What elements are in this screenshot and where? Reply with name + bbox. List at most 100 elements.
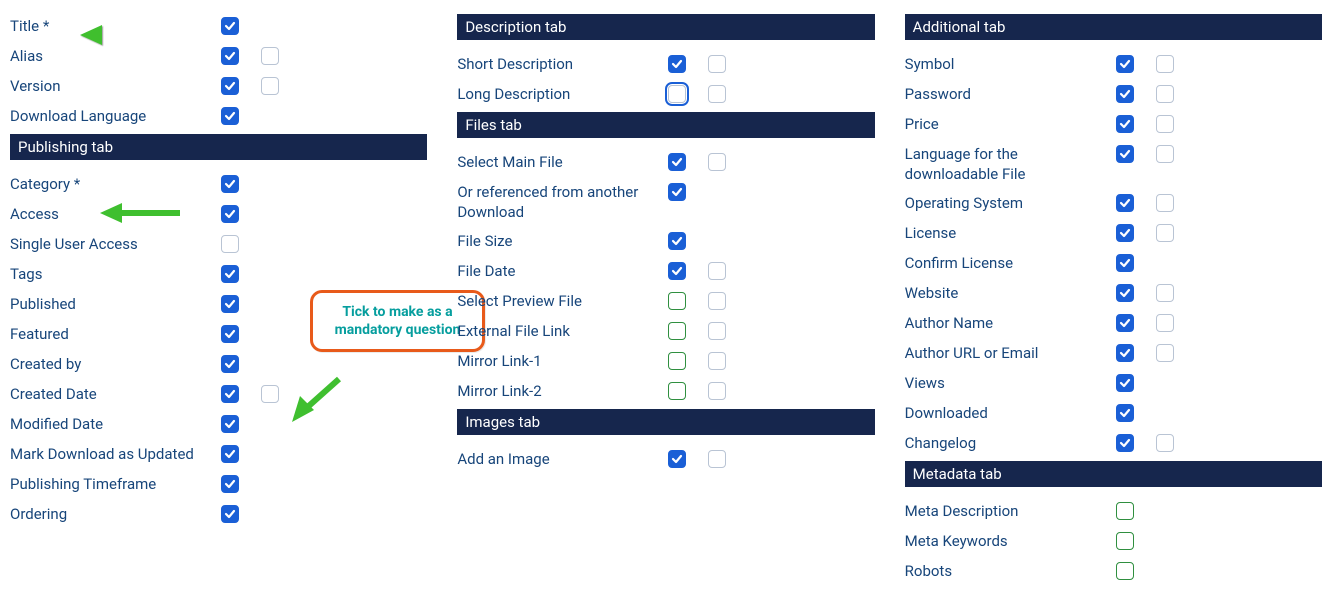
checkbox[interactable] <box>708 55 726 73</box>
checkbox[interactable] <box>221 415 239 433</box>
checkbox[interactable] <box>1156 314 1174 332</box>
field-row: Mirror Link-2 <box>457 377 874 407</box>
field-label: Version <box>10 77 210 97</box>
checkbox[interactable] <box>668 382 686 400</box>
checkbox[interactable] <box>1116 55 1134 73</box>
checkbox[interactable] <box>668 262 686 280</box>
checkbox[interactable] <box>668 352 686 370</box>
checkbox[interactable] <box>1116 224 1134 242</box>
field-label: Access <box>10 205 210 225</box>
checkbox[interactable] <box>221 47 239 65</box>
checkbox[interactable] <box>708 450 726 468</box>
checkbox[interactable] <box>261 385 279 403</box>
checkbox[interactable] <box>1156 284 1174 302</box>
checkbox[interactable] <box>1116 115 1134 133</box>
checkbox[interactable] <box>708 292 726 310</box>
checkbox[interactable] <box>221 325 239 343</box>
checkbox[interactable] <box>1156 194 1174 212</box>
checkbox[interactable] <box>1116 145 1134 163</box>
checkbox[interactable] <box>1116 284 1134 302</box>
checkbox[interactable] <box>221 355 239 373</box>
checkbox[interactable] <box>708 352 726 370</box>
field-label: Select Main File <box>457 153 657 173</box>
field-label: Long Description <box>457 85 657 105</box>
checkbox[interactable] <box>668 232 686 250</box>
checkbox[interactable] <box>1116 85 1134 103</box>
checkbox[interactable] <box>221 445 239 463</box>
checkbox[interactable] <box>221 235 239 253</box>
header-publishing: Publishing tab <box>10 134 427 160</box>
checkbox[interactable] <box>668 153 686 171</box>
field-label: Published <box>10 295 210 315</box>
field-label: Views <box>905 374 1105 394</box>
checkbox[interactable] <box>1156 55 1174 73</box>
field-label: Meta Description <box>905 502 1105 522</box>
checkbox[interactable] <box>708 85 726 103</box>
checkbox[interactable] <box>221 77 239 95</box>
column-2: Description tab Short DescriptionLong De… <box>457 12 874 587</box>
checkbox[interactable] <box>261 47 279 65</box>
field-label: Price <box>905 115 1105 135</box>
checkbox[interactable] <box>1156 434 1174 452</box>
field-label: Downloaded <box>905 404 1105 424</box>
checkbox[interactable] <box>1116 254 1134 272</box>
field-label: Or referenced from another Download <box>457 183 657 222</box>
field-label: Author Name <box>905 314 1105 334</box>
checkbox[interactable] <box>1116 314 1134 332</box>
checkbox[interactable] <box>1116 502 1134 520</box>
checkbox[interactable] <box>221 205 239 223</box>
field-label: License <box>905 224 1105 244</box>
checkbox[interactable] <box>1116 434 1134 452</box>
field-label: Meta Keywords <box>905 532 1105 552</box>
checkbox[interactable] <box>1116 374 1134 392</box>
checkbox[interactable] <box>1156 224 1174 242</box>
checkbox[interactable] <box>221 295 239 313</box>
field-row: Website <box>905 279 1322 309</box>
checkbox[interactable] <box>668 183 686 201</box>
field-label: Password <box>905 85 1105 105</box>
field-label: Tags <box>10 265 210 285</box>
checkbox[interactable] <box>668 85 686 103</box>
checkbox[interactable] <box>1156 145 1174 163</box>
checkbox[interactable] <box>668 450 686 468</box>
checkbox[interactable] <box>221 505 239 523</box>
checkbox[interactable] <box>221 107 239 125</box>
header-additional: Additional tab <box>905 14 1322 40</box>
checkbox[interactable] <box>708 382 726 400</box>
checkbox[interactable] <box>708 262 726 280</box>
field-row: Long Description <box>457 80 874 110</box>
header-files: Files tab <box>457 112 874 138</box>
field-row: Symbol <box>905 50 1322 80</box>
checkbox[interactable] <box>668 292 686 310</box>
checkbox[interactable] <box>221 385 239 403</box>
field-label: File Date <box>457 262 657 282</box>
field-row: Created Date <box>10 380 427 410</box>
field-row: External File Link <box>457 317 874 347</box>
checkbox[interactable] <box>1116 532 1134 550</box>
checkbox[interactable] <box>1156 344 1174 362</box>
checkbox[interactable] <box>1116 562 1134 580</box>
field-label: Publishing Timeframe <box>10 475 210 495</box>
checkbox[interactable] <box>668 322 686 340</box>
checkbox[interactable] <box>1116 194 1134 212</box>
checkbox[interactable] <box>1116 404 1134 422</box>
field-row: Modified Date <box>10 410 427 440</box>
field-row: Password <box>905 80 1322 110</box>
checkbox[interactable] <box>1156 115 1174 133</box>
checkbox[interactable] <box>1156 85 1174 103</box>
field-row: License <box>905 219 1322 249</box>
field-row: Robots <box>905 557 1322 587</box>
field-label: Operating System <box>905 194 1105 214</box>
checkbox[interactable] <box>1116 344 1134 362</box>
field-row: File Size <box>457 227 874 257</box>
checkbox[interactable] <box>261 77 279 95</box>
checkbox[interactable] <box>708 322 726 340</box>
field-label: Mark Download as Updated <box>10 445 210 465</box>
checkbox[interactable] <box>221 17 239 35</box>
checkbox[interactable] <box>708 153 726 171</box>
checkbox[interactable] <box>668 55 686 73</box>
checkbox[interactable] <box>221 175 239 193</box>
checkbox[interactable] <box>221 475 239 493</box>
field-label: Alias <box>10 47 210 67</box>
checkbox[interactable] <box>221 265 239 283</box>
